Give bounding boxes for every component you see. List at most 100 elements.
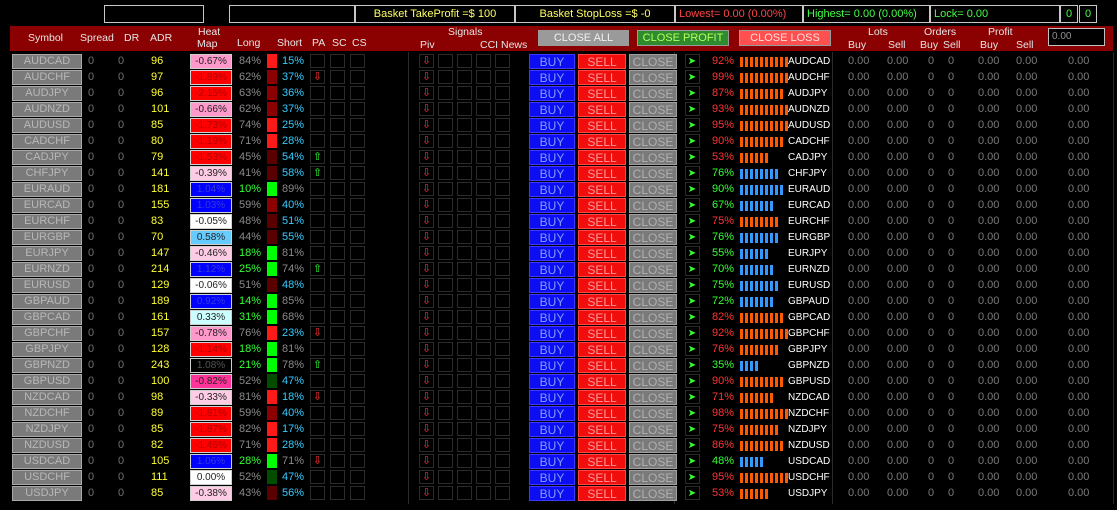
buy-button[interactable]: BUY (529, 406, 575, 421)
sell-button[interactable]: SELL (578, 310, 626, 325)
buy-button[interactable]: BUY (529, 102, 575, 117)
close-button[interactable]: CLOSE (629, 198, 677, 213)
sell-button[interactable]: SELL (578, 406, 626, 421)
sell-button[interactable]: SELL (578, 198, 626, 213)
symbol-button[interactable]: GBPNZD (12, 358, 82, 373)
sell-button[interactable]: SELL (578, 150, 626, 165)
symbol-button[interactable]: EURNZD (12, 262, 82, 277)
close-button[interactable]: CLOSE (629, 438, 677, 453)
play-icon[interactable]: ➤ (687, 214, 697, 229)
sell-button[interactable]: SELL (578, 54, 626, 69)
close-button[interactable]: CLOSE (629, 134, 677, 149)
play-icon[interactable]: ➤ (687, 406, 697, 421)
play-icon[interactable]: ➤ (687, 102, 697, 117)
close-button[interactable]: CLOSE (629, 310, 677, 325)
play-icon[interactable]: ➤ (687, 262, 697, 277)
play-icon[interactable]: ➤ (687, 166, 697, 181)
buy-button[interactable]: BUY (529, 454, 575, 469)
play-icon[interactable]: ➤ (687, 54, 697, 69)
symbol-button[interactable]: GBPAUD (12, 294, 82, 309)
close-button[interactable]: CLOSE (629, 102, 677, 117)
play-icon[interactable]: ➤ (687, 86, 697, 101)
play-icon[interactable]: ➤ (687, 438, 697, 453)
buy-button[interactable]: BUY (529, 54, 575, 69)
buy-button[interactable]: BUY (529, 214, 575, 229)
play-icon[interactable]: ➤ (687, 182, 697, 197)
sell-button[interactable]: SELL (578, 230, 626, 245)
sell-button[interactable]: SELL (578, 422, 626, 437)
buy-button[interactable]: BUY (529, 470, 575, 485)
close-button[interactable]: CLOSE (629, 326, 677, 341)
symbol-button[interactable]: CHFJPY (12, 166, 82, 181)
sell-button[interactable]: SELL (578, 454, 626, 469)
play-icon[interactable]: ➤ (687, 150, 697, 165)
buy-button[interactable]: BUY (529, 326, 575, 341)
buy-button[interactable]: BUY (529, 422, 575, 437)
buy-button[interactable]: BUY (529, 86, 575, 101)
play-icon[interactable]: ➤ (687, 134, 697, 149)
close-all-button[interactable]: CLOSE ALL (538, 30, 629, 46)
play-icon[interactable]: ➤ (687, 198, 697, 213)
buy-button[interactable]: BUY (529, 230, 575, 245)
sell-button[interactable]: SELL (578, 262, 626, 277)
sell-button[interactable]: SELL (578, 390, 626, 405)
buy-button[interactable]: BUY (529, 198, 575, 213)
sell-button[interactable]: SELL (578, 326, 626, 341)
sell-button[interactable]: SELL (578, 214, 626, 229)
symbol-button[interactable]: AUDCHF (12, 70, 82, 85)
symbol-button[interactable]: GBPCHF (12, 326, 82, 341)
sell-button[interactable]: SELL (578, 358, 626, 373)
play-icon[interactable]: ➤ (687, 390, 697, 405)
play-icon[interactable]: ➤ (687, 310, 697, 325)
symbol-button[interactable]: AUDCAD (12, 54, 82, 69)
sell-button[interactable]: SELL (578, 278, 626, 293)
symbol-button[interactable]: AUDJPY (12, 86, 82, 101)
buy-button[interactable]: BUY (529, 262, 575, 277)
close-button[interactable]: CLOSE (629, 486, 677, 501)
sell-button[interactable]: SELL (578, 438, 626, 453)
sell-button[interactable]: SELL (578, 342, 626, 357)
symbol-button[interactable]: NZDCAD (12, 390, 82, 405)
play-icon[interactable]: ➤ (687, 486, 697, 501)
sell-button[interactable]: SELL (578, 294, 626, 309)
sell-button[interactable]: SELL (578, 470, 626, 485)
close-button[interactable]: CLOSE (629, 374, 677, 389)
close-button[interactable]: CLOSE (629, 150, 677, 165)
sell-button[interactable]: SELL (578, 70, 626, 85)
close-button[interactable]: CLOSE (629, 278, 677, 293)
close-button[interactable]: CLOSE (629, 118, 677, 133)
buy-button[interactable]: BUY (529, 118, 575, 133)
play-icon[interactable]: ➤ (687, 342, 697, 357)
buy-button[interactable]: BUY (529, 438, 575, 453)
play-icon[interactable]: ➤ (687, 326, 697, 341)
play-icon[interactable]: ➤ (687, 118, 697, 133)
close-button[interactable]: CLOSE (629, 182, 677, 197)
play-icon[interactable]: ➤ (687, 470, 697, 485)
symbol-button[interactable]: CADJPY (12, 150, 82, 165)
close-button[interactable]: CLOSE (629, 358, 677, 373)
symbol-button[interactable]: USDCHF (12, 470, 82, 485)
buy-button[interactable]: BUY (529, 150, 575, 165)
buy-button[interactable]: BUY (529, 182, 575, 197)
sell-button[interactable]: SELL (578, 374, 626, 389)
close-button[interactable]: CLOSE (629, 262, 677, 277)
symbol-button[interactable]: EURAUD (12, 182, 82, 197)
symbol-button[interactable]: GBPCAD (12, 310, 82, 325)
sell-button[interactable]: SELL (578, 246, 626, 261)
close-button[interactable]: CLOSE (629, 454, 677, 469)
symbol-button[interactable]: AUDNZD (12, 102, 82, 117)
buy-button[interactable]: BUY (529, 246, 575, 261)
symbol-button[interactable]: EURCAD (12, 198, 82, 213)
symbol-button[interactable]: GBPUSD (12, 374, 82, 389)
buy-button[interactable]: BUY (529, 278, 575, 293)
play-icon[interactable]: ➤ (687, 294, 697, 309)
close-button[interactable]: CLOSE (629, 406, 677, 421)
buy-button[interactable]: BUY (529, 134, 575, 149)
symbol-button[interactable]: GBPJPY (12, 342, 82, 357)
close-button[interactable]: CLOSE (629, 246, 677, 261)
play-icon[interactable]: ➤ (687, 278, 697, 293)
buy-button[interactable]: BUY (529, 166, 575, 181)
buy-button[interactable]: BUY (529, 374, 575, 389)
value-input[interactable]: 0.00 (1048, 28, 1105, 46)
sell-button[interactable]: SELL (578, 182, 626, 197)
